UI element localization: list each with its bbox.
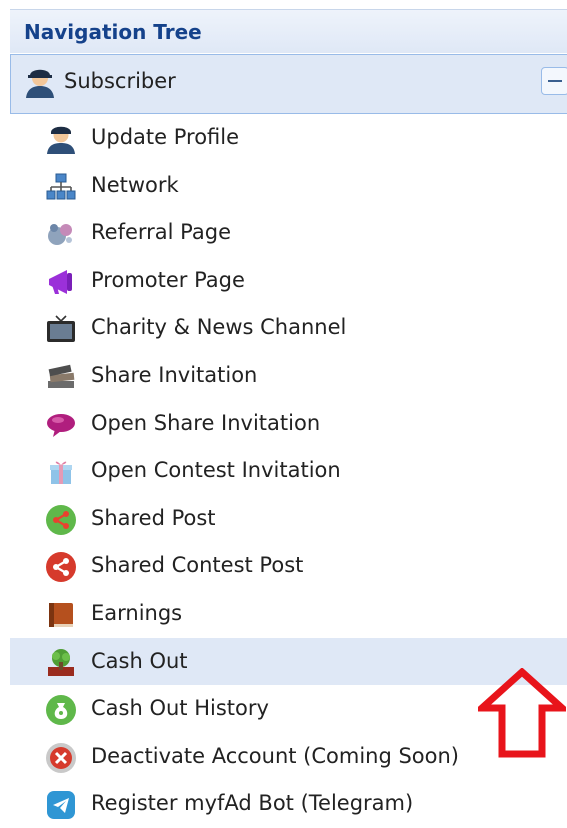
cancel-icon	[46, 742, 76, 773]
gift-icon	[50, 461, 72, 485]
tree-item-label: Deactivate Account (Coming Soon)	[91, 743, 460, 768]
tree-item-shared-post[interactable]: Shared Post	[0, 495, 567, 543]
book-icon	[49, 602, 73, 627]
money-tree-icon	[48, 648, 74, 676]
tree-item-label: Share Invitation	[91, 362, 258, 387]
tree-item-open-share-invitation[interactable]: Open Share Invitation	[0, 400, 567, 448]
tree-item-update-profile[interactable]: Update Profile	[0, 114, 567, 162]
money-bag-icon	[46, 695, 76, 726]
tree-item-label: Open Share Invitation	[91, 410, 321, 435]
tree-root-label: Subscriber	[64, 69, 176, 93]
referral-icon	[48, 224, 72, 246]
tree-item-earnings[interactable]: Earnings	[0, 590, 567, 638]
up-arrow-annotation-icon	[478, 668, 566, 758]
collapse-button[interactable]	[541, 67, 567, 95]
tree-item-referral-page[interactable]: Referral Page	[0, 209, 567, 257]
tree-item-network[interactable]: Network	[0, 162, 567, 210]
tree-item-label: Shared Post	[91, 505, 216, 530]
panel-title: Navigation Tree	[24, 20, 202, 44]
tree-item-register-bot[interactable]: Register myfAd Bot (Telegram)	[0, 780, 567, 828]
tree-item-label: Register myfAd Bot (Telegram)	[91, 791, 414, 816]
telegram-icon	[47, 791, 75, 820]
megaphone-icon	[49, 269, 72, 294]
tree-item-label: Cash Out History	[91, 696, 269, 721]
user-avatar-icon	[47, 126, 75, 154]
tv-icon	[47, 315, 75, 343]
tree-root-subscriber[interactable]: Subscriber	[10, 54, 567, 114]
tree-item-shared-contest-post[interactable]: Shared Contest Post	[0, 542, 567, 590]
tree-item-share-invitation[interactable]: Share Invitation	[0, 352, 567, 400]
tree-item-label: Referral Page	[91, 220, 231, 245]
tree-item-charity-news-channel[interactable]: Charity & News Channel	[0, 304, 567, 352]
network-icon	[46, 173, 76, 200]
tree-item-label: Open Contest Invitation	[91, 458, 341, 483]
tree-item-label: Charity & News Channel	[91, 315, 347, 340]
share-green-icon	[46, 504, 76, 535]
user-avatar-icon	[26, 69, 54, 98]
tree-item-promoter-page[interactable]: Promoter Page	[0, 257, 567, 305]
speech-bubble-icon	[47, 413, 75, 437]
tree-item-label: Promoter Page	[91, 267, 245, 292]
tree-item-label: Update Profile	[91, 125, 240, 149]
tree-item-open-contest-invitation[interactable]: Open Contest Invitation	[0, 447, 567, 495]
tree-item-label: Earnings	[91, 600, 183, 625]
tree-item-label: Cash Out	[91, 648, 188, 673]
panel-header: Navigation Tree	[10, 9, 567, 53]
share-red-icon	[46, 552, 76, 583]
tree-item-label: Shared Contest Post	[91, 553, 304, 578]
tree-item-label: Network	[91, 172, 179, 197]
minus-icon	[548, 80, 562, 82]
books-icon	[48, 364, 75, 388]
